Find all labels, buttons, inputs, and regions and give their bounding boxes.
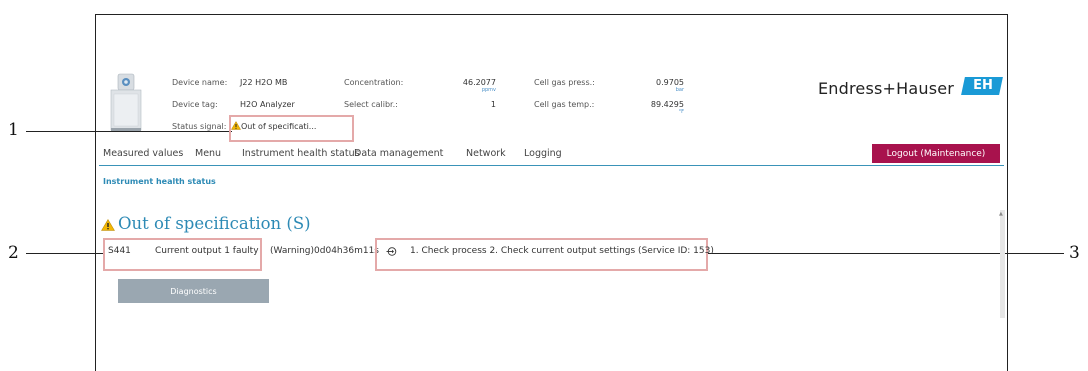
brand-name: Endress+Hauser — [818, 79, 955, 98]
scroll-up-icon[interactable]: ▲ — [999, 211, 1003, 217]
cell-gas-temp-unit: °F — [678, 109, 684, 115]
brand-logo: EH — [961, 77, 1003, 95]
screenshot-frame — [95, 14, 1008, 371]
callout-2: 2 — [8, 243, 19, 263]
warning-icon — [101, 219, 115, 231]
concentration-label: Concentration: — [344, 78, 404, 87]
select-calibr-value: 1 — [490, 100, 496, 109]
select-calibr-label: Select calibr.: — [344, 100, 398, 109]
main-nav: Measured values Menu Instrument health s… — [99, 143, 1004, 166]
device-name-value: J22 H2O MB — [240, 78, 288, 87]
device-name-label: Device name: — [172, 78, 228, 87]
concentration-unit: ppmv — [481, 87, 496, 93]
diagnostic-text: Current output 1 faulty — [155, 246, 259, 256]
diagnostic-code: S441 — [108, 246, 131, 256]
nav-network[interactable]: Network — [466, 148, 506, 159]
callout-3: 3 — [1069, 243, 1080, 263]
logout-button[interactable]: Logout (Maintenance) — [872, 144, 1000, 163]
device-image — [110, 73, 142, 131]
status-signal-value[interactable]: Out of specificati... — [241, 122, 316, 131]
nav-data-management[interactable]: Data management — [354, 148, 443, 159]
scrollbar[interactable] — [1000, 210, 1005, 318]
remedy-text: 1. Check process 2. Check current output… — [410, 246, 714, 256]
warning-icon — [231, 121, 241, 130]
nav-menu[interactable]: Menu — [195, 148, 221, 159]
cell-gas-press-value: 0.9705 — [656, 78, 684, 87]
nav-measured-values[interactable]: Measured values — [103, 148, 183, 159]
callout-1: 1 — [8, 120, 19, 140]
diagnostic-time: (Warning)0d04h36m11s — [270, 246, 379, 256]
callout-2-line — [26, 253, 104, 254]
nav-logging[interactable]: Logging — [524, 148, 562, 159]
cell-gas-temp-label: Cell gas temp.: — [534, 100, 595, 109]
nav-instrument-health-status[interactable]: Instrument health status — [242, 148, 360, 159]
device-tag-label: Device tag: — [172, 100, 218, 109]
cell-gas-temp-value: 89.4295 — [650, 100, 684, 109]
diagnostic-category-title: Out of specification (S) — [118, 214, 311, 233]
cell-gas-press-unit: bar — [675, 87, 684, 93]
concentration-value: 46.2077 — [462, 78, 496, 87]
diagnostics-button[interactable]: Diagnostics — [118, 279, 269, 303]
status-signal-label: Status signal: — [172, 122, 227, 131]
callout-3-line — [706, 253, 1064, 254]
page-title: Instrument health status — [103, 177, 216, 186]
cell-gas-press-label: Cell gas press.: — [534, 78, 595, 87]
device-tag-value: H2O Analyzer — [240, 100, 295, 109]
